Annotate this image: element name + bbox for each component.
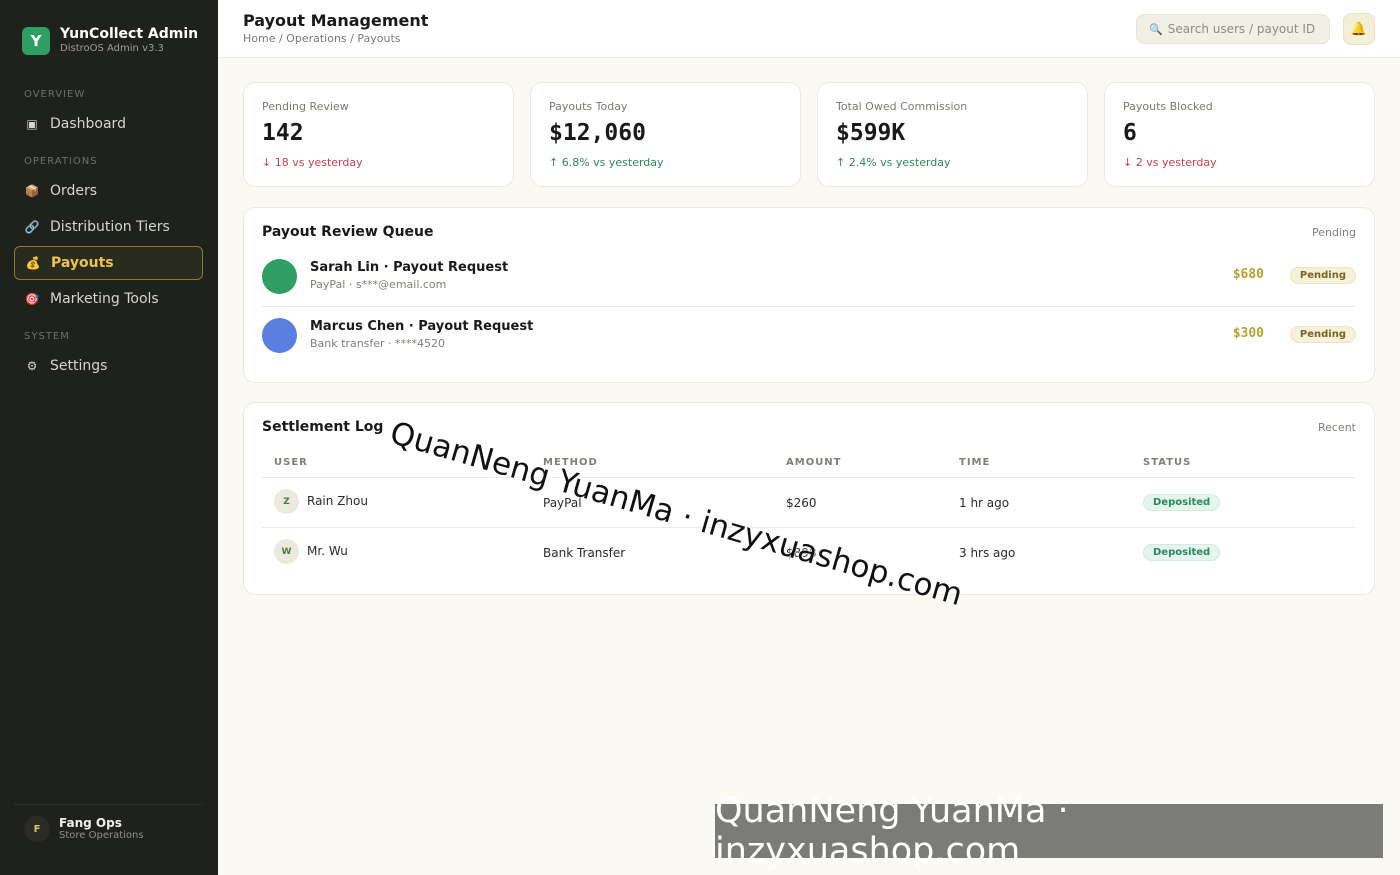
dashboard-icon: ▣ (26, 117, 38, 131)
breadcrumb[interactable]: Home / Operations / Payouts (243, 32, 401, 45)
column-header-amount[interactable]: AMOUNT (786, 457, 842, 468)
bell-icon: 🔔 (1350, 21, 1368, 37)
sidebar: Y YunCollect Admin DistroOS Admin v3.3 O… (0, 0, 218, 875)
sidebar-item-marketing-tools[interactable]: 🎯 Marketing Tools (14, 282, 203, 316)
request-method: Bank transfer · ****4520 (310, 337, 446, 350)
stat-value: 142 (262, 120, 304, 146)
search-icon: 🔍 (1149, 22, 1163, 36)
log-filter[interactable]: Recent (1318, 421, 1356, 434)
nav-section-operations: OPERATIONS (24, 156, 98, 167)
link-icon: 🔗 (24, 220, 40, 234)
stat-label: Pending Review (262, 100, 349, 113)
queue-filter[interactable]: Pending (1312, 226, 1356, 239)
avatar: W (274, 539, 299, 564)
stat-delta: ↑ 2.4% vs yesterday (836, 156, 951, 169)
money-bag-icon: 💰 (25, 256, 41, 270)
sidebar-item-label: Distribution Tiers (50, 219, 170, 235)
sidebar-item-label: Settings (50, 358, 108, 374)
request-amount: $300 (1232, 326, 1264, 341)
sidebar-item-settings[interactable]: ⚙ Settings (14, 349, 203, 383)
stat-value: $599K (836, 120, 906, 146)
column-header-time[interactable]: TIME (959, 457, 990, 468)
column-header-status[interactable]: STATUS (1143, 457, 1191, 468)
avatar: Z (274, 489, 299, 514)
stat-card-pending-review[interactable]: Pending Review 142 ↓ 18 vs yesterday (243, 82, 514, 187)
topbar: Payout Management Home / Operations / Pa… (218, 0, 1400, 58)
cell-time: 3 hrs ago (959, 546, 1016, 560)
stat-delta: ↓ 18 vs yesterday (262, 156, 363, 169)
status-badge: Pending (1289, 326, 1356, 343)
list-item[interactable]: Marcus Chen · Payout Request Bank transf… (262, 307, 1356, 366)
cell-user: Rain Zhou (307, 494, 368, 508)
list-item[interactable]: Sarah Lin · Payout Request PayPal · s***… (262, 248, 1356, 307)
user-name: Fang Ops (59, 816, 122, 830)
stat-delta: ↑ 6.8% vs yesterday (549, 156, 664, 169)
cell-amount: $260 (786, 496, 817, 510)
sidebar-item-dashboard[interactable]: ▣ Dashboard (14, 107, 203, 141)
stat-label: Payouts Today (549, 100, 628, 113)
stat-label: Total Owed Commission (836, 100, 968, 113)
sidebar-item-label: Dashboard (50, 116, 126, 132)
search-input[interactable]: 🔍 Search users / payout ID (1136, 14, 1330, 44)
sidebar-item-orders[interactable]: 📦 Orders (14, 174, 203, 208)
status-badge: Deposited (1143, 544, 1221, 561)
gear-icon: ⚙ (26, 359, 38, 373)
cell-user: Mr. Wu (307, 544, 348, 558)
stat-value: 6 (1123, 120, 1137, 146)
stat-label: Payouts Blocked (1123, 100, 1213, 113)
nav-section-overview: OVERVIEW (24, 89, 86, 100)
search-placeholder: Search users / payout ID (1167, 22, 1316, 36)
cell-method: Bank Transfer (543, 546, 626, 560)
avatar: F (24, 816, 50, 842)
request-amount: $680 (1232, 267, 1264, 282)
user-role: Store Operations (59, 830, 144, 841)
stat-card-payouts-today[interactable]: Payouts Today $12,060 ↑ 6.8% vs yesterda… (530, 82, 801, 187)
package-icon: 📦 (24, 184, 40, 198)
user-profile[interactable]: F Fang Ops Store Operations (24, 816, 144, 842)
payout-review-queue: Payout Review Queue Pending Sarah Lin · … (243, 207, 1375, 383)
avatar (262, 318, 297, 353)
sidebar-item-label: Marketing Tools (50, 291, 159, 307)
sidebar-divider (14, 804, 203, 805)
target-icon: 🎯 (24, 292, 40, 306)
avatar (262, 259, 297, 294)
notifications-button[interactable]: 🔔 (1343, 13, 1375, 45)
request-method: PayPal · s***@email.com (310, 278, 447, 291)
request-title: Marcus Chen · Payout Request (310, 319, 534, 334)
stat-card-total-owed-commission[interactable]: Total Owed Commission $599K ↑ 2.4% vs ye… (817, 82, 1088, 187)
queue-title: Payout Review Queue (262, 224, 434, 240)
status-badge: Pending (1289, 267, 1356, 284)
brand-subtitle: DistroOS Admin v3.3 (60, 43, 164, 54)
stat-delta: ↓ 2 vs yesterday (1123, 156, 1217, 169)
table-row[interactable]: Z Rain Zhou PayPal $260 1 hr ago Deposit… (262, 478, 1356, 528)
brand-title: YunCollect Admin (60, 26, 199, 42)
stat-value: $12,060 (549, 120, 646, 146)
watermark-banner: QuanNeng YuanMa · inzyxuashop.com (715, 791, 1383, 871)
sidebar-item-payouts[interactable]: 💰 Payouts (14, 246, 203, 280)
brand[interactable]: Y YunCollect Admin DistroOS Admin v3.3 (22, 26, 198, 55)
stat-card-payouts-blocked[interactable]: Payouts Blocked 6 ↓ 2 vs yesterday (1104, 82, 1375, 187)
sidebar-item-label: Payouts (51, 255, 114, 271)
cell-time: 1 hr ago (959, 496, 1010, 510)
page-title: Payout Management (243, 11, 429, 30)
sidebar-item-distribution-tiers[interactable]: 🔗 Distribution Tiers (14, 210, 203, 244)
brand-logo: Y (22, 26, 50, 55)
status-badge: Deposited (1143, 494, 1221, 511)
nav-section-system: SYSTEM (24, 331, 70, 342)
sidebar-item-label: Orders (50, 183, 98, 199)
request-title: Sarah Lin · Payout Request (310, 260, 509, 275)
log-title: Settlement Log (262, 419, 384, 435)
column-header-user[interactable]: USER (274, 457, 308, 468)
